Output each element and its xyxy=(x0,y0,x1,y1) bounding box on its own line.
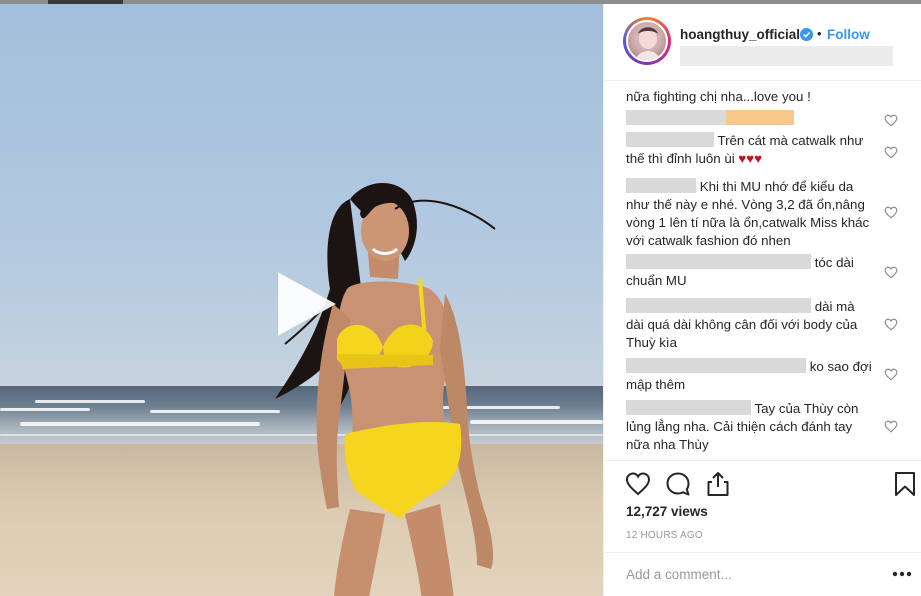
list-item: ko sao đợi mập thêm xyxy=(626,358,876,394)
more-options-icon[interactable] xyxy=(892,571,912,577)
bookmark-icon[interactable] xyxy=(892,471,918,497)
list-item: tóc dài chuẩn MU xyxy=(626,254,876,290)
play-icon[interactable] xyxy=(270,268,340,340)
redacted-username xyxy=(626,254,811,269)
list-item: Trên cát mà catwalk như thế thì đỉnh luô… xyxy=(626,132,876,168)
view-count[interactable]: 12,727 views xyxy=(626,504,708,519)
comment-list: nữa fighting chị nha...love you ! Trên c… xyxy=(604,82,921,460)
heart-icon[interactable] xyxy=(884,146,898,159)
redacted-location xyxy=(680,46,893,66)
post-side-panel: hoangthuy_official • Follow nữa fighting… xyxy=(603,4,921,596)
redacted-username xyxy=(626,400,751,415)
avatar[interactable] xyxy=(623,17,671,65)
redacted-username xyxy=(626,132,714,147)
list-item: dài mà dài quá dài không cân đối với bod… xyxy=(626,298,876,352)
heart-icon[interactable] xyxy=(625,471,651,497)
comment-text: nữa fighting chị nha...love you ! xyxy=(626,89,811,104)
heart-icon[interactable] xyxy=(884,266,898,279)
heart-icon[interactable] xyxy=(884,420,898,433)
username[interactable]: hoangthuy_official xyxy=(680,27,800,42)
verified-badge-icon xyxy=(800,28,813,41)
action-bar xyxy=(604,460,921,508)
redacted-username xyxy=(626,178,696,193)
add-comment-section xyxy=(604,552,921,596)
heart-icon[interactable] xyxy=(884,318,898,331)
heart-icon[interactable] xyxy=(884,368,898,381)
post-video[interactable] xyxy=(0,4,603,596)
separator-dot: • xyxy=(817,26,822,41)
heart-icon[interactable] xyxy=(884,206,898,219)
post-timestamp[interactable]: 12 HOURS AGO xyxy=(626,530,703,541)
share-icon[interactable] xyxy=(705,471,731,497)
redacted-username xyxy=(726,110,794,125)
model-figure xyxy=(275,182,496,596)
comment-icon[interactable] xyxy=(665,471,691,497)
list-item: Tay của Thùy còn lủng lẳng nha. Cải thiệ… xyxy=(626,400,876,454)
add-comment-input[interactable] xyxy=(626,567,866,582)
redacted-username xyxy=(626,298,811,313)
redacted-username xyxy=(626,110,726,125)
list-item xyxy=(626,110,876,128)
list-item: Khi thi MU nhớ để kiểu da như thế này e … xyxy=(626,178,876,250)
redacted-username xyxy=(626,358,806,373)
follow-button[interactable]: Follow xyxy=(827,27,870,42)
heart-icon[interactable] xyxy=(884,114,898,127)
list-item: nữa fighting chị nha...love you ! xyxy=(626,88,876,106)
post-header: hoangthuy_official • Follow xyxy=(604,4,921,81)
